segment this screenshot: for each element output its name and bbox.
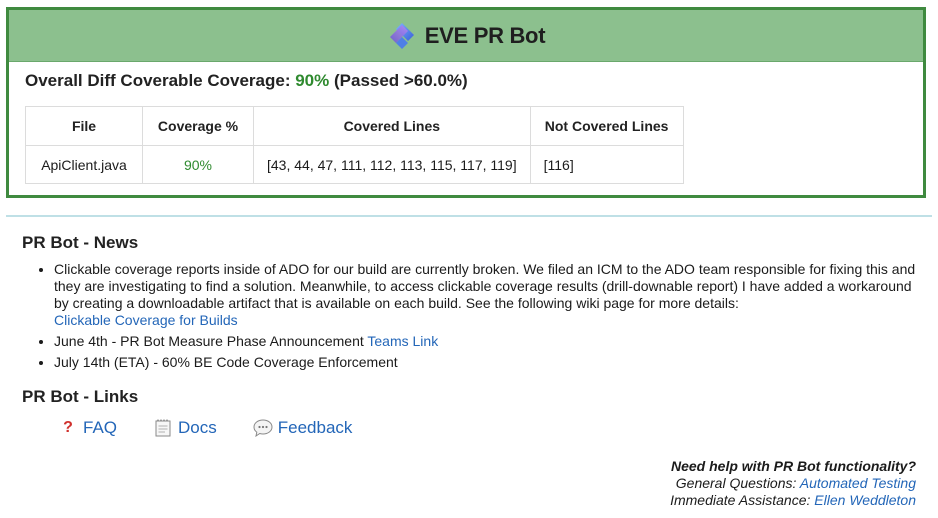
help-box: Need help with PR Bot functionality? Gen… (670, 458, 916, 509)
feedback-link-label: Feedback (277, 418, 353, 437)
list-item: July 14th (ETA) - 60% BE Code Coverage E… (54, 354, 922, 371)
column-header-covered-lines: Covered Lines (253, 106, 531, 146)
question-icon: ? (63, 419, 73, 436)
summary-label: Overall Diff Coverable Coverage: (25, 71, 291, 90)
cell-not-covered-lines: [116] (529, 145, 684, 184)
column-header-file: File (25, 106, 143, 146)
card-header: EVE PR Bot (9, 10, 923, 62)
help-immediate-row: Immediate Assistance: Ellen Weddleton (670, 492, 916, 509)
help-immediate-label: Immediate Assistance: (670, 492, 811, 508)
table-row: ApiClient.java 90% [43, 44, 47, 111, 112… (25, 145, 684, 184)
news-heading: PR Bot - News (22, 233, 139, 252)
docs-link[interactable]: Docs (153, 418, 217, 438)
coverage-card: EVE PR Bot Overall Diff Coverable Covera… (6, 7, 926, 198)
faq-link-label: FAQ (83, 418, 118, 437)
notepad-icon (153, 419, 173, 437)
cell-file: ApiClient.java (25, 145, 143, 184)
help-general-row: General Questions: Automated Testing (670, 475, 916, 492)
coverage-table: File Coverage % Covered Lines Not Covere… (25, 106, 684, 184)
feedback-link[interactable]: Feedback (253, 418, 353, 438)
news-item-text: Clickable coverage reports inside of ADO… (54, 261, 916, 311)
summary-percent: 90% (295, 71, 330, 90)
teams-link[interactable]: Teams Link (367, 333, 438, 349)
eve-logo-icon (389, 22, 414, 49)
speech-bubble-icon (253, 419, 273, 437)
cell-covered-lines: [43, 44, 47, 111, 112, 113, 115, 117, 11… (253, 145, 531, 184)
news-list: Clickable coverage reports inside of ADO… (22, 261, 922, 375)
contact-person-link[interactable]: Ellen Weddleton (814, 492, 916, 508)
faq-link[interactable]: ? FAQ (58, 418, 117, 438)
automated-testing-link[interactable]: Automated Testing (800, 475, 916, 491)
help-question: Need help with PR Bot functionality? (671, 458, 916, 474)
news-item-text: June 4th - PR Bot Measure Phase Announce… (54, 333, 364, 349)
cell-coverage: 90% (142, 145, 254, 184)
list-item: June 4th - PR Bot Measure Phase Announce… (54, 333, 922, 350)
news-item-text: July 14th (ETA) - 60% BE Code Coverage E… (54, 354, 398, 370)
links-bar: ? FAQ Docs Feedback (58, 418, 388, 438)
column-header-not-covered-lines: Not Covered Lines (529, 106, 684, 146)
column-header-coverage: Coverage % (142, 106, 254, 146)
docs-link-label: Docs (178, 418, 217, 437)
coverage-summary: Overall Diff Coverable Coverage: 90% (Pa… (25, 71, 468, 91)
summary-status: (Passed >60.0%) (333, 71, 468, 90)
section-divider (6, 215, 932, 217)
brand-title: EVE PR Bot (424, 22, 546, 48)
clickable-coverage-link[interactable]: Clickable Coverage for Builds (54, 312, 238, 328)
list-item: Clickable coverage reports inside of ADO… (54, 261, 922, 329)
table-header-row: File Coverage % Covered Lines Not Covere… (25, 106, 684, 146)
help-general-label: General Questions: (675, 475, 797, 491)
links-heading: PR Bot - Links (22, 387, 139, 406)
